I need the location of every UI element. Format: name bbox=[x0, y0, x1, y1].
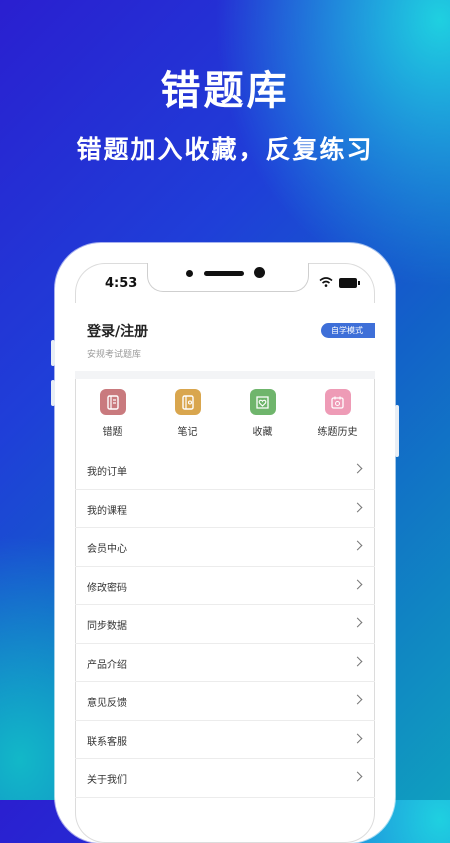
settings-menu: 我的订单 我的课程 会员中心 修改密码 同步数据 产品介绍 意见反馈 联系客服 bbox=[75, 451, 375, 798]
chevron-right-icon bbox=[352, 579, 363, 589]
shortcut-wrong-questions[interactable]: 错题 bbox=[75, 389, 150, 438]
menu-item-label: 修改密码 bbox=[87, 582, 127, 594]
shortcut-label: 错题 bbox=[102, 427, 123, 438]
mode-badge[interactable]: 自学模式 bbox=[321, 323, 375, 338]
menu-item-feedback[interactable]: 意见反馈 bbox=[75, 682, 375, 721]
hero-subtitle: 错题加入收藏，反复练习 bbox=[76, 135, 374, 164]
menu-item-sync-data[interactable]: 同步数据 bbox=[75, 605, 375, 644]
sensor-dot-icon bbox=[186, 270, 193, 277]
notebook-icon bbox=[99, 389, 126, 415]
phone-side-button bbox=[51, 380, 55, 406]
menu-item-contact-support[interactable]: 联系客服 bbox=[75, 721, 375, 759]
phone-side-button bbox=[51, 340, 55, 366]
menu-item-label: 产品介绍 bbox=[87, 659, 127, 671]
menu-item-change-password[interactable]: 修改密码 bbox=[75, 567, 375, 605]
camera-icon bbox=[254, 267, 265, 278]
shortcut-practice-history[interactable]: 练题历史 bbox=[300, 389, 375, 438]
menu-item-my-orders[interactable]: 我的订单 bbox=[75, 451, 375, 490]
speaker-icon bbox=[204, 271, 244, 276]
menu-item-product-intro[interactable]: 产品介绍 bbox=[75, 644, 375, 682]
status-time: 4:53 bbox=[105, 276, 138, 291]
status-bar: 4:53 bbox=[75, 263, 375, 303]
shortcut-favorites[interactable]: 收藏 bbox=[225, 389, 300, 438]
hero-title: 错题库 bbox=[160, 68, 290, 114]
shortcut-grid: 错题 笔记 收藏 练题历史 bbox=[75, 379, 375, 451]
favorite-icon bbox=[249, 389, 276, 415]
chevron-right-icon bbox=[352, 502, 363, 512]
profile-header: 登录/注册 安规考试题库 自学模式 bbox=[75, 303, 375, 371]
menu-item-label: 意见反馈 bbox=[87, 698, 127, 709]
chevron-right-icon bbox=[352, 540, 363, 551]
menu-item-membership[interactable]: 会员中心 bbox=[75, 528, 375, 567]
menu-item-label: 关于我们 bbox=[87, 775, 127, 786]
phone-side-button bbox=[395, 405, 399, 457]
chevron-right-icon bbox=[352, 771, 363, 782]
notch bbox=[147, 263, 309, 292]
phone-screen: 4:53 登录/注册 安规考试题库 自学模式 错题 笔记 收藏 练题历史 我的订… bbox=[75, 263, 375, 843]
shortcut-label: 收藏 bbox=[252, 427, 273, 438]
shortcut-notes[interactable]: 笔记 bbox=[150, 389, 225, 438]
menu-item-label: 会员中心 bbox=[87, 544, 127, 555]
note-icon bbox=[174, 389, 201, 415]
battery-icon bbox=[339, 278, 360, 288]
menu-item-label: 同步数据 bbox=[87, 621, 127, 632]
history-calendar-icon bbox=[324, 389, 351, 415]
chevron-right-icon bbox=[352, 656, 363, 666]
app-subtitle: 安规考试题库 bbox=[87, 350, 142, 360]
shortcut-label: 笔记 bbox=[177, 427, 198, 438]
menu-item-label: 我的订单 bbox=[87, 467, 127, 478]
login-register-link[interactable]: 登录/注册 bbox=[87, 321, 148, 341]
chevron-right-icon bbox=[352, 617, 363, 628]
menu-item-label: 联系客服 bbox=[87, 736, 127, 748]
chevron-right-icon bbox=[352, 733, 363, 743]
chevron-right-icon bbox=[352, 694, 363, 705]
wifi-icon bbox=[319, 277, 333, 287]
menu-item-my-courses[interactable]: 我的课程 bbox=[75, 490, 375, 528]
shortcut-label: 练题历史 bbox=[317, 427, 358, 438]
chevron-right-icon bbox=[352, 463, 363, 474]
menu-item-label: 我的课程 bbox=[87, 505, 127, 517]
section-divider bbox=[75, 371, 375, 379]
menu-item-about-us[interactable]: 关于我们 bbox=[75, 759, 375, 798]
